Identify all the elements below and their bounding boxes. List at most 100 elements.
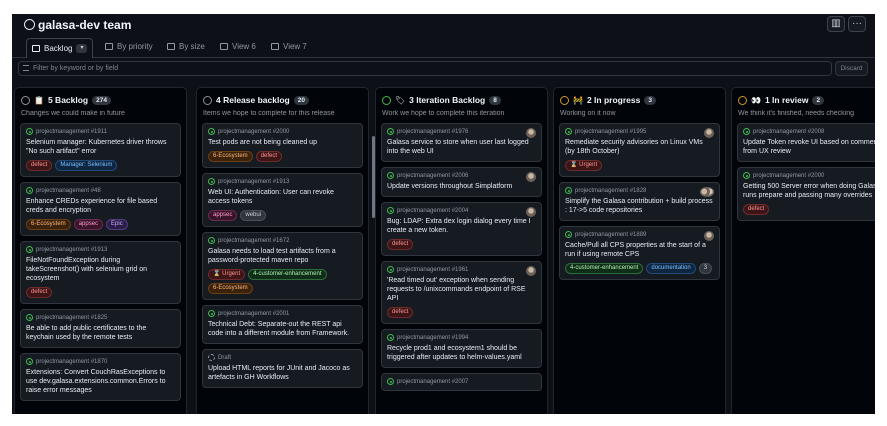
- column-emoji-icon: 👀: [751, 95, 761, 105]
- tab-backlog[interactable]: Backlog ▾: [26, 38, 94, 58]
- issue-card[interactable]: projectmanagement #2007: [381, 373, 542, 391]
- issue-open-icon: [387, 207, 394, 214]
- issue-card[interactable]: projectmanagement #2004 Bug: LDAP: Extra …: [381, 202, 542, 256]
- label-defect[interactable]: defect: [743, 204, 770, 215]
- card-title[interactable]: Extensions: Convert CouchRasExceptions t…: [26, 368, 175, 395]
- card-title[interactable]: FileNotFoundException during takeScreens…: [26, 256, 175, 283]
- more-options-button[interactable]: ···: [848, 16, 866, 32]
- issue-card[interactable]: projectmanagement #1994 Recycle prod1 and…: [381, 329, 542, 368]
- assignee-avatar[interactable]: [704, 128, 714, 138]
- card-title[interactable]: 'Read timed out' exception when sending …: [387, 276, 536, 303]
- tab-by-size[interactable]: By size: [162, 38, 210, 55]
- assignee-avatar[interactable]: [526, 172, 536, 182]
- label-blue[interactable]: documentation: [646, 263, 696, 274]
- assignee-avatar[interactable]: [526, 266, 536, 276]
- column-header[interactable]: 🏷 3 Iteration Backlog 8: [382, 94, 543, 106]
- card-title[interactable]: Cache/Pull all CPS properties at the sta…: [565, 241, 714, 259]
- assignee-avatar[interactable]: [700, 187, 714, 197]
- issue-card[interactable]: projectmanagement #2008 Update Token revo…: [737, 123, 875, 162]
- card-title[interactable]: Technical Debt: Separate-out the REST ap…: [208, 320, 357, 338]
- assignee-avatar[interactable]: [704, 231, 714, 241]
- label-defect[interactable]: defect: [26, 160, 53, 171]
- label-pink[interactable]: appsec: [208, 210, 238, 221]
- issue-card[interactable]: projectmanagement #2000 Test pods are not…: [202, 123, 363, 168]
- card-title[interactable]: Update versions throughout Simplatform: [387, 182, 536, 191]
- assignee-avatar[interactable]: [526, 207, 536, 217]
- issue-card[interactable]: projectmanagement #1995 Remediate securit…: [559, 123, 720, 177]
- label-orange[interactable]: 6-Ecosystem: [208, 151, 253, 162]
- card-title[interactable]: Galasa service to store when user last l…: [387, 138, 536, 156]
- card-title[interactable]: Enhance CREDs experience for file based …: [26, 197, 175, 215]
- label-orange[interactable]: 6-Ecosystem: [26, 219, 71, 230]
- issue-card[interactable]: projectmanagement #48 Enhance CREDs exper…: [20, 182, 181, 236]
- card-title[interactable]: Getting 500 Server error when doing Gala…: [743, 182, 875, 200]
- chevron-down-icon[interactable]: ▾: [76, 44, 88, 53]
- issue-card[interactable]: projectmanagement #2000 Getting 500 Serve…: [737, 167, 875, 221]
- column-header[interactable]: 📋 5 Backlog 274: [21, 94, 182, 106]
- project-board: galasa-dev team ▥ ··· Backlog ▾ By prior…: [12, 14, 875, 414]
- label-green[interactable]: 4-customer-enhancement: [565, 263, 644, 274]
- assignee-avatar[interactable]: [526, 128, 536, 138]
- column-title: 2 In progress: [586, 95, 641, 105]
- issue-card[interactable]: projectmanagement #1889 Cache/Pull all CP…: [559, 226, 720, 280]
- card-title[interactable]: Be able to add public certificates to th…: [26, 324, 175, 342]
- issue-card[interactable]: projectmanagement #1913 Web UI: Authentic…: [202, 173, 363, 227]
- discard-button[interactable]: Discard: [835, 61, 868, 76]
- issue-card[interactable]: projectmanagement #1825 Be able to add pu…: [20, 309, 181, 348]
- issue-open-icon: [26, 314, 33, 321]
- label-green[interactable]: 4-customer-enhancement: [248, 269, 327, 280]
- label-urgent[interactable]: ⌛ Urgent: [565, 160, 603, 171]
- label-list: appsec webui: [208, 210, 357, 221]
- issue-card[interactable]: projectmanagement #1672 Galasa needs to l…: [202, 232, 363, 300]
- card-title[interactable]: Remediate security advisories on Linux V…: [565, 138, 714, 156]
- column-header[interactable]: 4 Release backlog 20: [203, 94, 364, 106]
- issue-card[interactable]: projectmanagement #2006 Update versions t…: [381, 167, 542, 197]
- label-pink[interactable]: appsec: [73, 219, 104, 230]
- label-defect[interactable]: defect: [255, 151, 283, 162]
- card-title[interactable]: Selenium manager: Kubernetes driver thro…: [26, 138, 175, 156]
- card-title[interactable]: Upload HTML reports for JUnit and Jacoco…: [208, 364, 357, 382]
- status-circle-icon: [21, 95, 30, 105]
- issue-card[interactable]: projectmanagement #1911 Selenium manager:…: [20, 123, 181, 177]
- issue-card[interactable]: projectmanagement #1828 Simplify the Gala…: [559, 182, 720, 221]
- tab-by-priority[interactable]: By priority: [100, 38, 158, 55]
- column-header[interactable]: 👀 1 In review 2: [738, 94, 875, 106]
- label-blue[interactable]: Manager: Selenium: [55, 160, 118, 171]
- label-defect[interactable]: defect: [387, 239, 414, 250]
- filter-input[interactable]: Filter by keyword or by field: [18, 61, 832, 76]
- label-list: defect: [26, 287, 175, 298]
- tab-view-6[interactable]: View 6: [215, 38, 261, 55]
- column-count-badge: 3: [644, 95, 656, 105]
- issue-card[interactable]: projectmanagement #2001 Technical Debt: S…: [202, 305, 363, 344]
- card-title[interactable]: Bug: LDAP: Extra dex login dialog every …: [387, 217, 536, 235]
- layout-button[interactable]: ▥: [827, 16, 845, 32]
- label-gray[interactable]: webui: [240, 210, 267, 221]
- issue-card[interactable]: Draft Upload HTML reports for JUnit and J…: [202, 349, 363, 388]
- label-defect[interactable]: defect: [387, 307, 414, 318]
- issue-card[interactable]: projectmanagement #1976 Galasa service to…: [381, 123, 542, 162]
- issue-card[interactable]: projectmanagement #1870 Extensions: Conve…: [20, 353, 181, 401]
- card-title[interactable]: Update Token revoke UI based on comments…: [743, 138, 875, 156]
- label-urgent[interactable]: ⌛ Urgent: [208, 269, 246, 280]
- label-defect[interactable]: defect: [26, 287, 53, 298]
- card-reference: projectmanagement #1995: [565, 128, 714, 135]
- issue-card[interactable]: projectmanagement #1913 FileNotFoundExcep…: [20, 241, 181, 304]
- card-title[interactable]: Simplify the Galasa contribution + build…: [565, 197, 714, 215]
- card-title[interactable]: Recycle prod1 and ecosystem1 should be t…: [387, 344, 536, 362]
- card-reference: projectmanagement #2001: [208, 310, 357, 317]
- column-description: Work we hope to complete this iteration: [382, 110, 505, 117]
- card-title[interactable]: Web UI: Authentication: User can revoke …: [208, 188, 357, 206]
- issue-card[interactable]: projectmanagement #1961 'Read timed out' …: [381, 261, 542, 324]
- card-title[interactable]: Galasa needs to load test artifacts from…: [208, 247, 357, 265]
- card-title[interactable]: Test pods are not being cleaned up: [208, 138, 357, 147]
- column-scrollbar[interactable]: [372, 136, 375, 218]
- label-purple[interactable]: Epic: [106, 219, 128, 230]
- label-gray[interactable]: 3: [698, 263, 713, 274]
- card-reference: projectmanagement #1825: [26, 314, 175, 321]
- card-reference-text: projectmanagement #1828: [575, 187, 647, 194]
- column-header[interactable]: 🚧 2 In progress 3: [560, 94, 721, 106]
- tab-view-7[interactable]: View 7: [266, 38, 312, 55]
- label-orange[interactable]: 6-Ecosystem: [208, 283, 253, 294]
- column-emoji-icon: 🏷: [395, 95, 406, 105]
- column-count-badge: 274: [92, 95, 111, 105]
